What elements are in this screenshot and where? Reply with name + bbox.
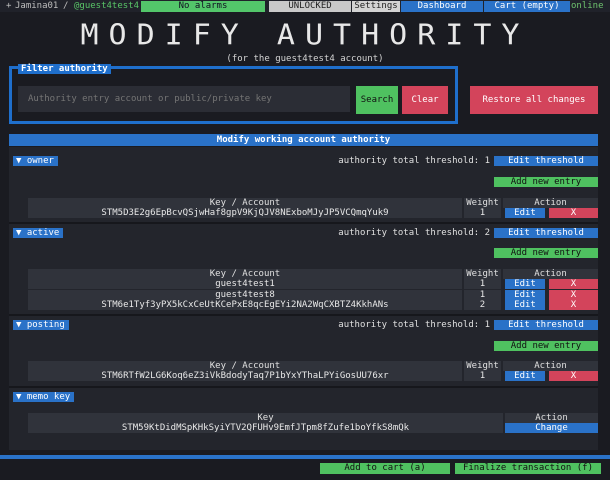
memo-key: STM59KtDidMSpKHkSyiYTV2QFUHv9EmfJTpm8fZu… — [28, 423, 503, 433]
memo-change-button[interactable]: Change — [505, 423, 598, 433]
divider — [9, 314, 598, 316]
divider — [9, 222, 598, 224]
dashboard-button[interactable]: Dashboard — [401, 1, 483, 12]
active-col-action: Action — [503, 269, 598, 279]
memo-collapse-toggle[interactable]: ▼ memo key — [13, 392, 75, 402]
owner-entry-weight: 1 — [464, 208, 501, 218]
active-add-entry-button[interactable]: Add new entry — [494, 248, 598, 258]
page-subtitle: (for the guest4test4 account) — [226, 54, 384, 64]
account-name[interactable]: @guest4test4 — [74, 1, 139, 12]
active-edit-threshold-button[interactable]: Edit threshold — [494, 228, 598, 238]
owner-entry-edit-button[interactable]: Edit — [505, 208, 545, 218]
cart-button[interactable]: Cart (empty) — [484, 1, 570, 12]
section-header: Modify working account authority — [9, 134, 598, 146]
posting-threshold: authority total threshold: 1 — [338, 320, 490, 330]
active-entry-key: guest4test8 — [28, 290, 462, 300]
posting-collapse-toggle[interactable]: ▼ posting — [13, 320, 69, 330]
owner-entry-delete-button[interactable]: X — [549, 208, 598, 218]
divider — [9, 386, 598, 388]
owner-col-key: Key / Account — [28, 198, 462, 208]
active-entry-edit-button[interactable]: Edit — [505, 279, 545, 289]
owner-threshold: authority total threshold: 1 — [338, 156, 490, 166]
posting-entry-key: STM6RTfW2LG6Koq6eZ3iVkBdodyTaq7P1bYxYTha… — [28, 371, 462, 381]
active-col-key: Key / Account — [28, 269, 462, 279]
posting-entry-weight: 1 — [464, 371, 501, 381]
plus-icon[interactable]: + — [6, 1, 11, 12]
active-entry-delete-button[interactable]: X — [549, 300, 598, 310]
active-entry-delete-button[interactable]: X — [549, 290, 598, 300]
restore-all-button[interactable]: Restore all changes — [470, 86, 598, 114]
alarms-button[interactable]: No alarms — [141, 1, 265, 12]
posting-col-action: Action — [503, 361, 598, 371]
memo-col-action: Action — [505, 413, 598, 423]
owner-col-weight: Weight — [464, 198, 501, 208]
finalize-transaction-button[interactable]: Finalize transaction (f) — [455, 463, 601, 474]
posting-entry-delete-button[interactable]: X — [549, 371, 598, 381]
owner-add-entry-button[interactable]: Add new entry — [494, 177, 598, 187]
profile-name[interactable]: Jamina01 — [15, 1, 58, 12]
posting-entry-edit-button[interactable]: Edit — [505, 371, 545, 381]
active-entry-weight: 2 — [464, 300, 501, 310]
settings-button[interactable]: Settings — [352, 1, 400, 12]
online-status: online — [571, 1, 604, 11]
owner-edit-threshold-button[interactable]: Edit threshold — [494, 156, 598, 166]
owner-collapse-toggle[interactable]: ▼ owner — [13, 156, 58, 166]
posting-col-key: Key / Account — [28, 361, 462, 371]
top-status-bar: + Jamina01 / @guest4test4 No alarms UNLO… — [0, 0, 610, 12]
active-entry-key: guest4test1 — [28, 279, 462, 289]
clear-button[interactable]: Clear — [402, 86, 448, 114]
active-entry-weight: 1 — [464, 279, 501, 289]
lock-status-button[interactable]: UNLOCKED — [269, 1, 351, 12]
owner-entry-key: STM5D3E2g6EpBcvQSjwHaf8gpV9KjQJV8NExboMJ… — [28, 208, 462, 218]
active-entry-edit-button[interactable]: Edit — [505, 290, 545, 300]
active-entry-weight: 1 — [464, 290, 501, 300]
posting-edit-threshold-button[interactable]: Edit threshold — [494, 320, 598, 330]
active-collapse-toggle[interactable]: ▼ active — [13, 228, 64, 238]
search-button[interactable]: Search — [356, 86, 398, 114]
active-col-weight: Weight — [464, 269, 501, 279]
profile-separator: / — [63, 1, 69, 11]
memo-col-key: Key — [28, 413, 503, 423]
active-entry-key: STM6e1Tyf3yPX5kCxCeUtKCePxE8qcEgEYi2NA2W… — [28, 300, 462, 310]
posting-add-entry-button[interactable]: Add new entry — [494, 341, 598, 351]
owner-col-action: Action — [503, 198, 598, 208]
add-to-cart-button[interactable]: Add to cart (a) — [320, 463, 450, 474]
filter-label: Filter authority — [18, 64, 111, 74]
filter-input[interactable] — [18, 86, 350, 112]
posting-col-weight: Weight — [464, 361, 501, 371]
active-entry-delete-button[interactable]: X — [549, 279, 598, 289]
active-threshold: authority total threshold: 2 — [338, 228, 490, 238]
active-entry-edit-button[interactable]: Edit — [505, 300, 545, 310]
bottom-divider — [0, 455, 610, 459]
page-title: MODIFY AUTHORITY — [80, 18, 530, 53]
